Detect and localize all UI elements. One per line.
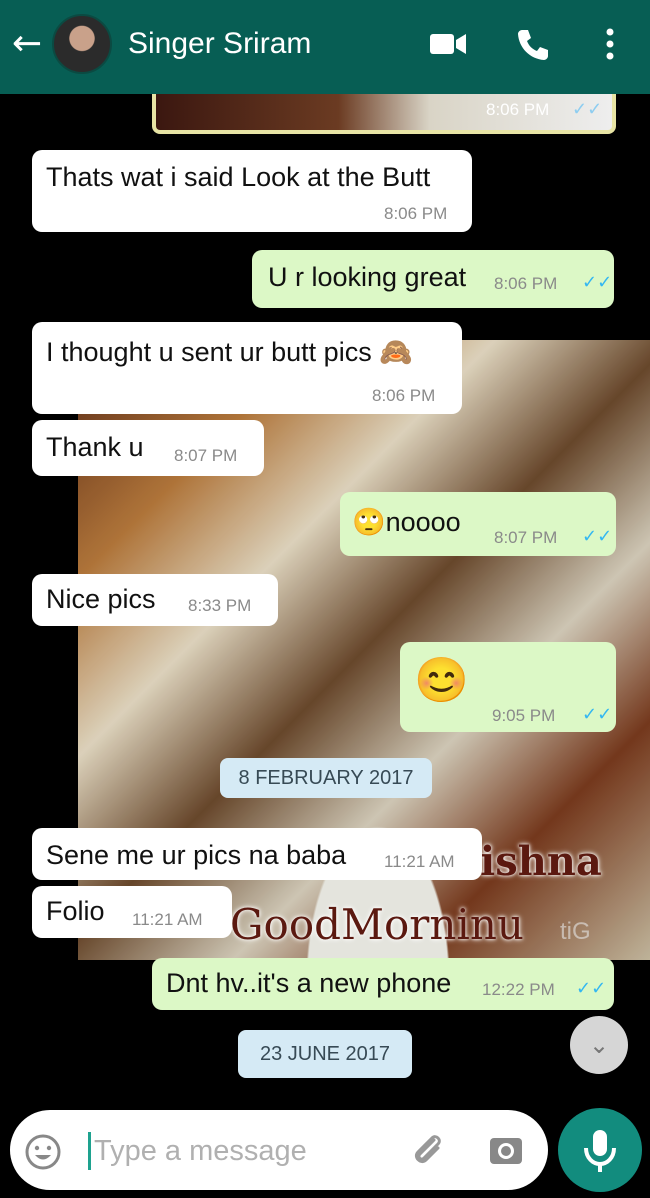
message-bubble-incoming[interactable]: I thought u sent ur butt pics 🙈 8:06 PM bbox=[32, 322, 462, 414]
message-time: 9:05 PM bbox=[492, 706, 556, 725]
message-text: Thats wat i said Look at the Butt bbox=[46, 162, 431, 192]
attach-icon[interactable] bbox=[408, 1130, 448, 1170]
camera-icon[interactable] bbox=[486, 1130, 526, 1170]
message-bubble-outgoing[interactable]: U r looking great 8:06 PM ✓✓ bbox=[252, 250, 614, 308]
read-ticks-icon: ✓✓ bbox=[582, 272, 613, 293]
photo-watermark: tiG bbox=[560, 918, 591, 945]
mic-icon bbox=[584, 1130, 616, 1172]
message-text: Folio bbox=[46, 896, 105, 926]
message-time: 8:06 PM bbox=[486, 100, 550, 119]
message-text: I thought u sent ur butt pics 🙈 bbox=[46, 337, 413, 367]
message-time: 8:07 PM bbox=[174, 446, 238, 465]
message-time: 8:06 PM bbox=[494, 274, 558, 293]
message-bubble-outgoing[interactable]: 🙄noooo 8:07 PM ✓✓ bbox=[340, 492, 616, 556]
date-separator: 23 JUNE 2017 bbox=[238, 1030, 412, 1078]
message-time: 11:21 AM bbox=[132, 910, 203, 929]
double-chevron-down-icon[interactable]: ⌄ bbox=[570, 1016, 628, 1074]
phone-call-icon[interactable] bbox=[510, 22, 554, 66]
read-ticks-icon: ✓✓ bbox=[576, 978, 607, 999]
message-text: Dnt hv..it's a new phone bbox=[166, 968, 452, 998]
message-time: 12:22 PM bbox=[482, 980, 555, 999]
chat-header: ← Singer Sriram bbox=[0, 0, 650, 94]
message-text: Thank u bbox=[46, 432, 144, 462]
message-time: 11:21 AM bbox=[384, 852, 455, 871]
read-ticks-icon: ✓✓ bbox=[572, 99, 603, 119]
message-text: 😊 bbox=[414, 656, 469, 705]
date-separator: 8 FEBRUARY 2017 bbox=[220, 758, 432, 798]
message-text: Nice pics bbox=[46, 584, 156, 614]
mic-button[interactable] bbox=[558, 1108, 642, 1192]
message-text: U r looking great bbox=[268, 262, 467, 292]
message-time: 8:06 PM bbox=[384, 204, 448, 223]
photo-watermark: GoodMorninu bbox=[230, 900, 524, 949]
arrow-left-icon[interactable]: ← bbox=[12, 24, 48, 64]
message-input[interactable] bbox=[94, 1130, 384, 1172]
message-bubble-incoming[interactable]: Folio 11:21 AM bbox=[32, 886, 232, 938]
read-ticks-icon: ✓✓ bbox=[582, 704, 613, 725]
message-bubble-incoming[interactable]: Sene me ur pics na baba 11:21 AM bbox=[32, 828, 482, 880]
emoji-icon[interactable] bbox=[24, 1133, 62, 1171]
message-bubble-incoming[interactable]: Nice pics 8:33 PM bbox=[32, 574, 278, 626]
message-text: 🙄noooo bbox=[352, 507, 461, 537]
avatar[interactable] bbox=[52, 14, 112, 74]
more-vert-icon[interactable] bbox=[588, 22, 632, 66]
message-bubble-incoming[interactable]: Thats wat i said Look at the Butt 8:06 P… bbox=[32, 150, 472, 232]
message-time: 8:06 PM bbox=[372, 386, 436, 405]
video-call-icon[interactable] bbox=[426, 22, 470, 66]
message-text: Sene me ur pics na baba bbox=[46, 840, 347, 870]
text-caret bbox=[88, 1132, 91, 1170]
message-time: 8:07 PM bbox=[494, 528, 558, 547]
contact-name[interactable]: Singer Sriram bbox=[128, 24, 311, 64]
message-time: 8:33 PM bbox=[188, 596, 252, 615]
message-bubble-outgoing[interactable]: 😊 9:05 PM ✓✓ bbox=[400, 642, 616, 732]
message-bubble-incoming[interactable]: Thank u 8:07 PM bbox=[32, 420, 264, 476]
photo-watermark: ishna bbox=[480, 838, 602, 885]
read-ticks-icon: ✓✓ bbox=[582, 526, 613, 547]
message-bubble-outgoing[interactable]: Dnt hv..it's a new phone 12:22 PM ✓✓ bbox=[152, 958, 614, 1010]
